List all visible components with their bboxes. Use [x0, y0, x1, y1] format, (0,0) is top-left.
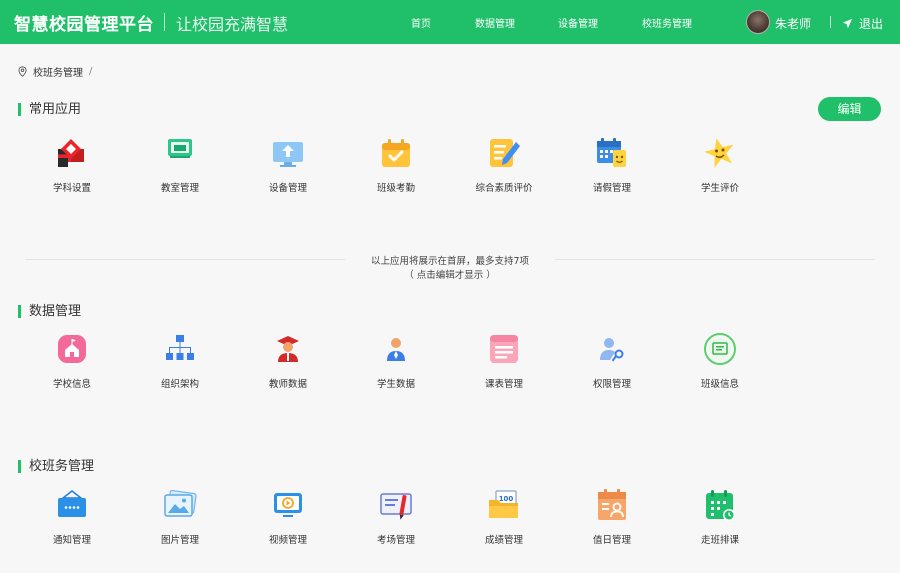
- hint-divider-right: [555, 259, 875, 260]
- app-notice[interactable]: 通知管理: [22, 488, 122, 546]
- app-label: 图片管理: [160, 535, 199, 546]
- attendance-icon: [382, 139, 410, 167]
- app-label: 综合素质评价: [475, 183, 533, 194]
- leave-icon: [597, 138, 626, 167]
- org-chart-icon: [166, 335, 194, 360]
- breadcrumb: 校班务管理 /: [18, 64, 92, 79]
- app-label: 教师数据: [268, 379, 307, 390]
- student-eval-icon: [704, 138, 734, 168]
- app-label: 值日管理: [592, 535, 631, 546]
- app-duty[interactable]: 值日管理: [562, 488, 662, 546]
- score-icon: 100: [489, 490, 518, 518]
- subject-settings-icon: [58, 139, 84, 167]
- header-divider: [830, 16, 831, 28]
- app-device[interactable]: 设备管理: [238, 136, 338, 194]
- logout-button[interactable]: 退出: [842, 15, 883, 32]
- app-school-info[interactable]: 学校信息: [22, 332, 122, 390]
- app-label: 课表管理: [484, 379, 523, 390]
- app-quality-eval[interactable]: 综合素质评价: [454, 136, 554, 194]
- device-icon: [273, 142, 303, 167]
- breadcrumb-current[interactable]: 校班务管理: [33, 64, 83, 79]
- hint-divider-left: [25, 259, 345, 260]
- nav-data-management[interactable]: 数据管理: [475, 15, 515, 30]
- app-org-chart[interactable]: 组织架构: [130, 332, 230, 390]
- app-label: 请假管理: [592, 183, 631, 194]
- picture-icon: [164, 489, 197, 517]
- app-label: 权限管理: [592, 379, 631, 390]
- app-permission[interactable]: 权限管理: [562, 332, 662, 390]
- app-student[interactable]: 学生数据: [346, 332, 446, 390]
- hint-text: 以上应用将展示在首屏，最多支持7项: [370, 256, 530, 267]
- location-pin-icon: [18, 66, 27, 77]
- brand-title: 智慧校园管理平台: [14, 15, 154, 35]
- logout-label: 退出: [859, 17, 884, 31]
- duty-icon: [598, 489, 626, 520]
- app-student-eval[interactable]: 学生评价: [670, 136, 770, 194]
- class-info-icon: [704, 333, 736, 365]
- edit-button[interactable]: 编辑: [818, 97, 881, 121]
- nav-device-management[interactable]: 设备管理: [558, 15, 598, 30]
- app-label: 学科设置: [52, 183, 91, 194]
- app-leave[interactable]: 请假管理: [562, 136, 662, 194]
- nav-home[interactable]: 首页: [411, 15, 431, 30]
- student-icon: [387, 338, 405, 361]
- app-label: 考场管理: [376, 535, 415, 546]
- app-classroom[interactable]: 教室管理: [130, 136, 230, 194]
- hint-subtext: （ 点击编辑才显示 ）: [404, 270, 496, 281]
- app-label: 学生数据: [376, 379, 415, 390]
- course-schedule-icon: [706, 490, 735, 521]
- classroom-icon: [168, 139, 192, 158]
- section-title-common: 常用应用: [18, 103, 81, 116]
- app-label: 教室管理: [160, 183, 199, 194]
- app-label: 学生评价: [700, 183, 739, 194]
- nav-class-affairs[interactable]: 校班务管理: [642, 15, 692, 30]
- brand-divider: [164, 13, 165, 31]
- score-badge: 100: [499, 495, 514, 503]
- app-label: 组织架构: [160, 379, 199, 390]
- app-timetable[interactable]: 课表管理: [454, 332, 554, 390]
- app-picture[interactable]: 图片管理: [130, 488, 230, 546]
- app-label: 学校信息: [52, 379, 91, 390]
- section-title-class-affairs: 校班务管理: [18, 460, 94, 473]
- app-video[interactable]: 视频管理: [238, 488, 338, 546]
- app-course-schedule[interactable]: 走班排课: [670, 488, 770, 546]
- app-label: 班级考勤: [376, 183, 415, 194]
- username[interactable]: 朱老师: [775, 15, 811, 32]
- app-subject-settings[interactable]: 学科设置: [22, 136, 122, 194]
- video-icon: [274, 493, 302, 517]
- section-title-data: 数据管理: [18, 305, 81, 318]
- school-info-icon: [58, 335, 86, 363]
- timetable-icon: [490, 335, 518, 363]
- slogan: 让校园充满智慧: [176, 15, 289, 34]
- teacher-icon: [277, 336, 299, 362]
- app-teacher[interactable]: 教师数据: [238, 332, 338, 390]
- avatar[interactable]: [746, 10, 770, 34]
- app-score[interactable]: 100 成绩管理: [454, 488, 554, 546]
- quality-eval-icon: [490, 139, 520, 167]
- app-label: 视频管理: [268, 535, 307, 546]
- notice-icon: [58, 490, 86, 517]
- send-icon: [842, 18, 853, 29]
- app-attendance[interactable]: 班级考勤: [346, 136, 446, 194]
- app-label: 设备管理: [268, 183, 307, 194]
- top-header: 智慧校园管理平台 让校园充满智慧 首页 数据管理 设备管理 校班务管理 朱老师 …: [0, 0, 900, 44]
- app-label: 成绩管理: [484, 535, 523, 546]
- app-class-info[interactable]: 班级信息: [670, 332, 770, 390]
- exam-room-icon: [380, 493, 412, 520]
- app-exam-room[interactable]: 考场管理: [346, 488, 446, 546]
- app-label: 通知管理: [52, 535, 91, 546]
- app-label: 班级信息: [700, 379, 739, 390]
- app-label: 走班排课: [700, 535, 739, 546]
- permission-icon: [600, 338, 624, 362]
- breadcrumb-separator: /: [89, 66, 93, 77]
